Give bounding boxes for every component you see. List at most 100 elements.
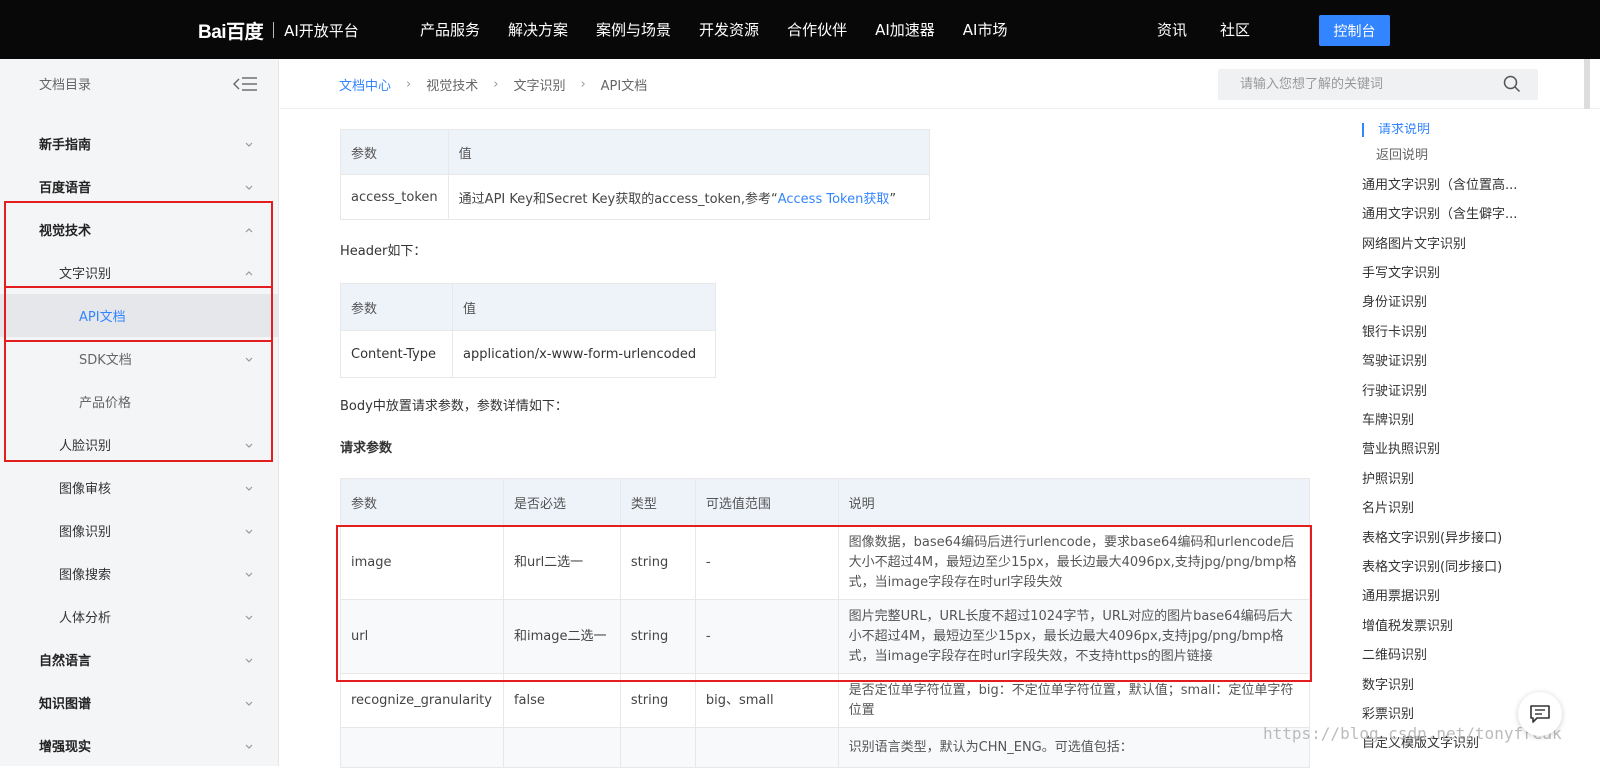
sidebar-item-label: 产品价格 — [79, 396, 132, 411]
chevron-down-icon — [245, 658, 253, 663]
sidebar-item-ocr[interactable]: 文字识别 — [0, 251, 279, 294]
breadcrumb-vision[interactable]: 视觉技术 — [426, 75, 478, 94]
search-box — [1218, 69, 1538, 100]
collapse-menu-icon[interactable] — [233, 76, 257, 92]
table-cell-required: 和image二选一 — [502, 599, 621, 674]
toc-item[interactable]: 通用文字识别（含位置高... — [1362, 174, 1592, 198]
nav-item-community[interactable]: 社区 — [1220, 19, 1250, 40]
chat-icon — [1530, 705, 1550, 723]
sidebar-item-label: 新手指南 — [39, 138, 92, 153]
toc-item[interactable]: 行驶证识别 — [1362, 380, 1592, 404]
chevron-down-icon — [245, 572, 253, 577]
sidebar-item-label: 增强现实 — [39, 740, 92, 755]
table-cell-range — [694, 727, 839, 768]
sidebar-item-face[interactable]: 人脸识别 — [0, 423, 279, 466]
nav-item-products[interactable]: 产品服务 — [420, 19, 480, 40]
brand[interactable]: Bai百度 AI开放平台 — [198, 13, 359, 47]
chevron-down-icon — [245, 443, 253, 448]
toc-item[interactable]: 增值税发票识别 — [1362, 615, 1592, 639]
table-cell-param: recognize_granularity — [340, 673, 504, 728]
table-cell-param: access_token — [340, 174, 449, 220]
nav-item-solutions[interactable]: 解决方案 — [508, 19, 568, 40]
sidebar-item-body-analysis[interactable]: 人体分析 — [0, 595, 279, 638]
toc-item[interactable]: 二维码识别 — [1362, 644, 1592, 668]
breadcrumb-doc-center[interactable]: 文档中心 — [339, 75, 391, 94]
chat-button[interactable] — [1518, 692, 1562, 736]
toc-item[interactable]: 通用票据识别 — [1362, 585, 1592, 609]
nav-item-ai-market[interactable]: AI市场 — [963, 19, 1008, 40]
sidebar-item-image-audit[interactable]: 图像审核 — [0, 466, 279, 509]
toc-item[interactable]: 车牌识别 — [1362, 409, 1592, 433]
sidebar-item-api-doc[interactable]: API文档 — [0, 294, 279, 337]
sidebar-item-sdk-doc[interactable]: SDK文档 — [0, 337, 279, 380]
sidebar-item-vision[interactable]: 视觉技术 — [0, 208, 279, 251]
toc-item[interactable]: 驾驶证识别 — [1362, 350, 1592, 374]
toc-item[interactable]: 表格文字识别(异步接口) — [1362, 527, 1592, 551]
sidebar-item-label: 自然语言 — [39, 654, 92, 669]
sidebar-item-image-recognition[interactable]: 图像识别 — [0, 509, 279, 552]
toc-item[interactable]: 请求说明 — [1362, 123, 1592, 137]
toc-item[interactable]: 通用文字识别（含生僻字... — [1362, 203, 1592, 227]
table-header: 是否必选 — [502, 478, 621, 526]
table-header: 参数 — [340, 478, 504, 526]
toc-item[interactable]: 数字识别 — [1362, 674, 1592, 698]
search-icon[interactable] — [1503, 75, 1521, 93]
sidebar-item-pricing[interactable]: 产品价格 — [0, 380, 279, 423]
table-row: image 和url二选一 string - 图像数据，base64编码后进行u… — [340, 525, 1311, 600]
breadcrumb-ocr[interactable]: 文字识别 — [513, 75, 565, 94]
breadcrumb-separator-icon: › — [493, 77, 499, 92]
sidebar-item-label: 人脸识别 — [59, 439, 112, 454]
table-row: 识别语言类型，默认为CHN_ENG。可选值包括： — [340, 727, 1311, 768]
toc-item[interactable]: 银行卡识别 — [1362, 321, 1592, 345]
nav-item-partners[interactable]: 合作伙伴 — [787, 19, 847, 40]
toc-item[interactable]: 表格文字识别(同步接口) — [1362, 556, 1592, 580]
table-cell-param: image — [340, 525, 504, 600]
header-table: 参数 值 Content-Type application/x-www-form… — [340, 283, 716, 378]
toc-item[interactable]: 网络图片文字识别 — [1362, 233, 1592, 257]
access-token-link[interactable]: Access Token获取 — [778, 192, 890, 207]
toc-item[interactable]: 身份证识别 — [1362, 291, 1592, 315]
chevron-down-icon — [245, 615, 253, 620]
table-cell-range: - — [694, 599, 839, 674]
platform-name: AI开放平台 — [284, 21, 359, 40]
nav-item-ai-accelerator[interactable]: AI加速器 — [875, 19, 935, 40]
sidebar-item-ar[interactable]: 增强现实 — [0, 724, 279, 767]
nav-item-cases[interactable]: 案例与场景 — [596, 19, 671, 40]
sidebar-item-label: SDK文档 — [79, 353, 132, 368]
table-cell-type: string — [619, 525, 696, 600]
toc-item[interactable]: 手写文字识别 — [1362, 262, 1592, 286]
sidebar-item-image-search[interactable]: 图像搜索 — [0, 552, 279, 595]
table-header: 值 — [452, 283, 716, 331]
sidebar-item-knowledge-graph[interactable]: 知识图谱 — [0, 681, 279, 724]
toc-item[interactable]: 名片识别 — [1362, 497, 1592, 521]
nav-item-dev-resources[interactable]: 开发资源 — [699, 19, 759, 40]
table-header: 类型 — [619, 478, 696, 526]
sidebar-item-nlp[interactable]: 自然语言 — [0, 638, 279, 681]
scrollbar[interactable] — [1584, 59, 1590, 109]
table-cell-desc: 是否定位单字符位置，big：不定位单字符位置，默认值；small：定位单字符位置 — [837, 673, 1311, 728]
sidebar-item-label: 图像搜索 — [59, 568, 112, 583]
toc-item[interactable]: 营业执照识别 — [1362, 438, 1592, 462]
table-cell-desc: 识别语言类型，默认为CHN_ENG。可选值包括： — [837, 727, 1311, 768]
sidebar-item-getting-started[interactable]: 新手指南 — [0, 122, 279, 165]
access-token-desc: 通过API Key和Secret Key获取的access_token,参考“ — [458, 191, 778, 207]
console-button[interactable]: 控制台 — [1319, 15, 1390, 46]
nav-item-news[interactable]: 资讯 — [1157, 19, 1187, 40]
chevron-down-icon — [245, 529, 253, 534]
search-input[interactable] — [1218, 69, 1478, 100]
table-row: recognize_granularity false string big、s… — [340, 673, 1311, 728]
nav-right: 资讯 社区 — [1157, 0, 1283, 59]
table-cell-type — [619, 727, 696, 768]
toc-item[interactable]: 护照识别 — [1362, 468, 1592, 492]
toc-item[interactable]: 返回说明 — [1362, 144, 1592, 168]
table-cell-required: 和url二选一 — [502, 525, 621, 600]
table-cell-type: string — [619, 599, 696, 674]
sidebar-item-speech[interactable]: 百度语音 — [0, 165, 279, 208]
table-cell-desc: 图片完整URL，URL长度不超过1024字节，URL对应的图片base64编码后… — [837, 599, 1311, 674]
breadcrumb-separator-icon: › — [406, 77, 412, 92]
table-cell-range: big、small — [694, 673, 839, 728]
table-cell-param: url — [340, 599, 504, 674]
chevron-down-icon — [245, 701, 253, 706]
table-cell-param: Content-Type — [340, 330, 453, 378]
table-header: 参数 — [340, 283, 453, 331]
